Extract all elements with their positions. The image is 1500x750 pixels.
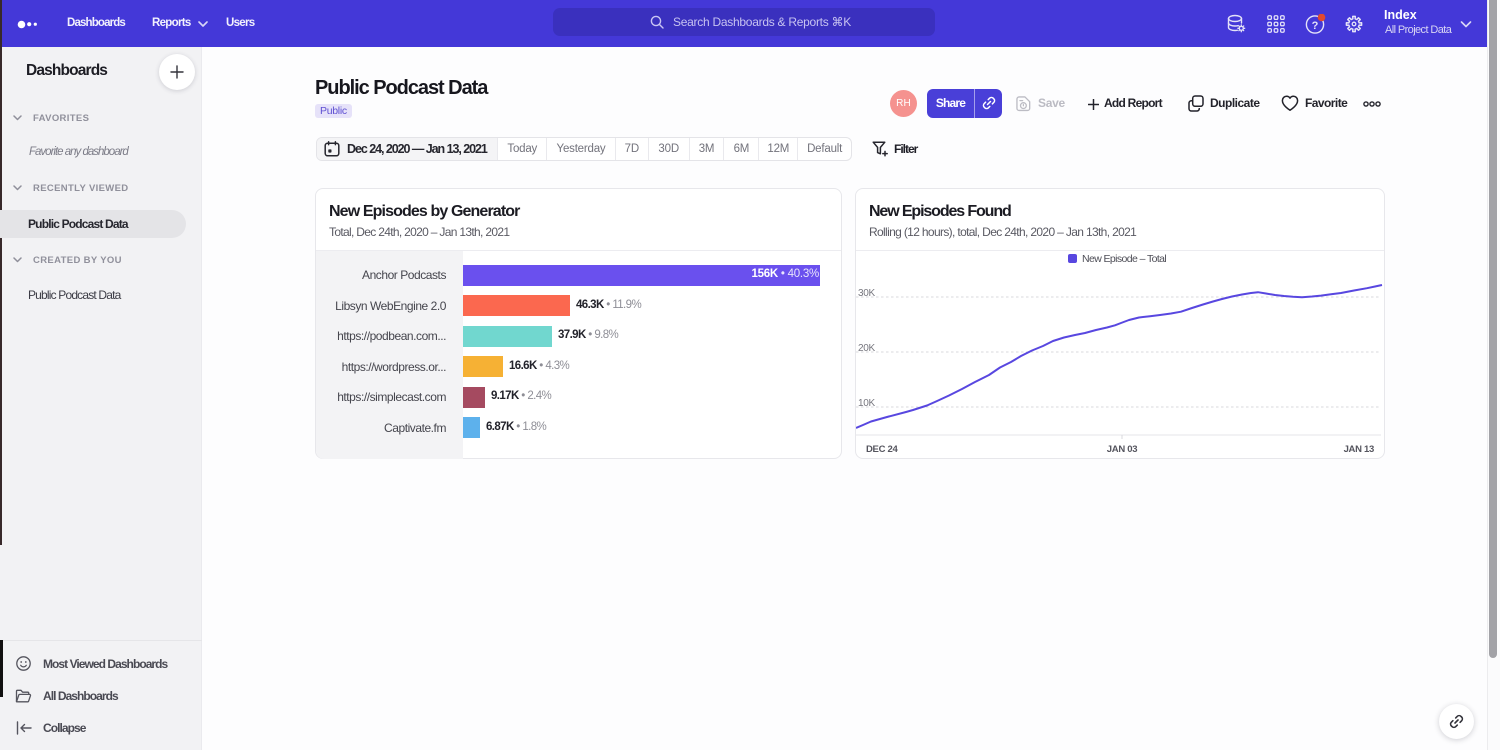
svg-text:JAN 13: JAN 13 [1344,444,1374,455]
svg-text:JAN 03: JAN 03 [1107,444,1137,455]
svg-text:30K: 30K [858,288,876,299]
svg-text:20K: 20K [858,343,876,354]
svg-text:DEC 24: DEC 24 [866,444,898,455]
svg-text:10K: 10K [858,398,876,409]
svg-text:?: ? [1312,20,1319,32]
